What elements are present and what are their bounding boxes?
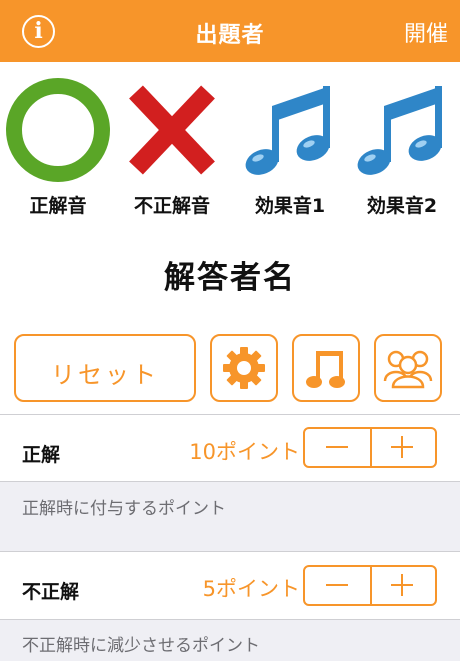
- music-note-icon: [245, 86, 330, 175]
- correct-decrement-button[interactable]: [305, 429, 370, 466]
- cross-icon: [129, 85, 215, 175]
- music-note-icon: [357, 86, 442, 175]
- effect-sound-1-button[interactable]: 効果音1: [232, 78, 348, 223]
- sound-label: 効果音1: [254, 195, 326, 217]
- incorrect-decrement-button[interactable]: [305, 567, 370, 604]
- correct-label: 正解: [22, 444, 61, 466]
- reset-label: リセット: [51, 361, 159, 389]
- settings-button[interactable]: [210, 334, 278, 402]
- divider: [0, 414, 460, 415]
- sound-label: 効果音2: [366, 195, 438, 217]
- divider: [0, 551, 460, 552]
- music-note-icon: [306, 351, 345, 388]
- app-screen: i 出題者 開催 正解音 不正解音 効果音1 効果音2 解答者名 リセット 正解…: [0, 0, 460, 661]
- gear-icon: [223, 347, 265, 389]
- correct-footer-text: 正解時に付与するポイント: [22, 499, 226, 519]
- incorrect-footer-text: 不正解時に減少させるポイント: [22, 636, 260, 656]
- nav-title: 出題者: [195, 23, 265, 48]
- answerer-name: 解答者名: [164, 260, 296, 296]
- incorrect-points-stepper: [303, 565, 437, 606]
- circle-icon: [6, 78, 110, 182]
- incorrect-points-value: 5ポイント: [202, 577, 300, 601]
- music-button[interactable]: [292, 334, 360, 402]
- correct-points-value: 10ポイント: [189, 440, 300, 464]
- correct-sound-button[interactable]: 正解音: [0, 78, 116, 223]
- navigation-bar: i 出題者 開催: [0, 0, 460, 62]
- effect-sound-2-button[interactable]: 効果音2: [344, 78, 460, 223]
- sound-label: 不正解音: [133, 195, 210, 217]
- section-footer: 正解時に付与するポイント: [0, 482, 460, 551]
- incorrect-increment-button[interactable]: [370, 567, 435, 604]
- players-button[interactable]: [374, 334, 442, 402]
- host-button[interactable]: 開催: [404, 16, 448, 48]
- sound-label: 正解音: [29, 195, 87, 217]
- incorrect-label: 不正解: [22, 581, 80, 603]
- incorrect-sound-button[interactable]: 不正解音: [114, 78, 230, 223]
- group-icon: [383, 350, 433, 389]
- reset-button[interactable]: リセット: [14, 334, 196, 402]
- correct-points-stepper: [303, 427, 437, 468]
- info-icon[interactable]: i: [22, 15, 55, 48]
- correct-increment-button[interactable]: [370, 429, 435, 466]
- section-footer: 不正解時に減少させるポイント: [0, 620, 460, 661]
